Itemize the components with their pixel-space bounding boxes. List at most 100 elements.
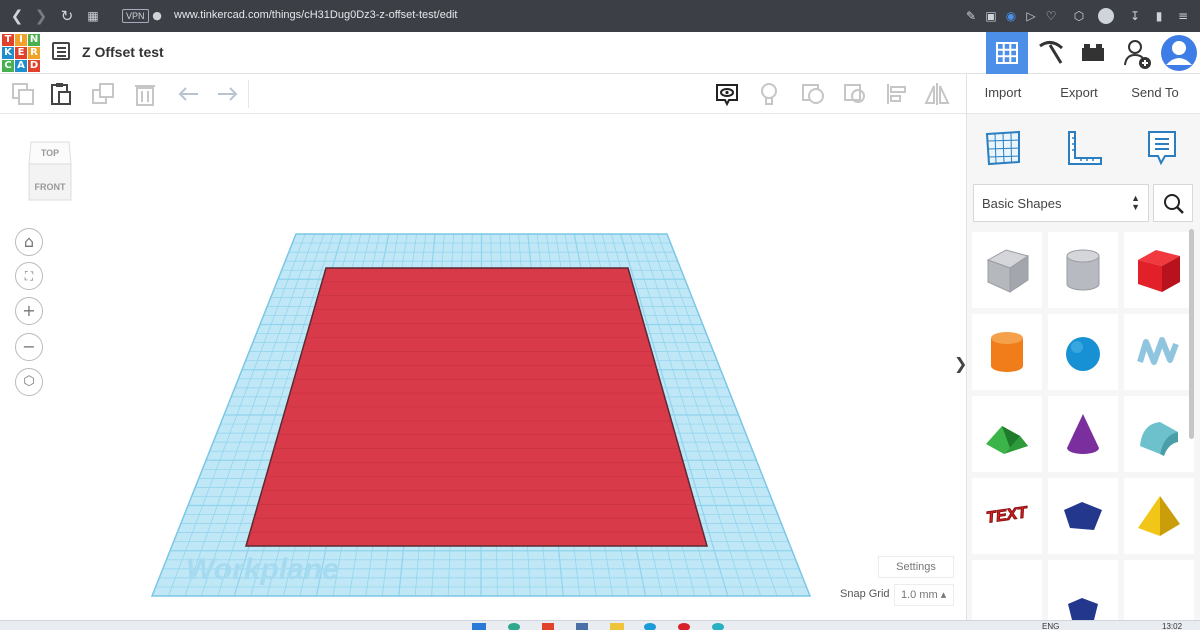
app-taskbar-icon[interactable] bbox=[610, 623, 624, 630]
cube-icon[interactable]: ⬡ bbox=[1072, 9, 1086, 23]
shape-tile-box[interactable] bbox=[1124, 232, 1194, 308]
box-icon bbox=[1138, 250, 1180, 292]
select-arrows-icon: ▲ ▼ bbox=[1131, 193, 1140, 212]
paste-button[interactable] bbox=[48, 81, 74, 107]
logo-letter: N bbox=[28, 34, 40, 46]
bricks-view-button[interactable] bbox=[1072, 32, 1114, 74]
viewcube-front-label[interactable]: FRONT bbox=[35, 182, 66, 192]
shape-tile-polygon[interactable] bbox=[1048, 478, 1118, 554]
ruler-tool[interactable] bbox=[1065, 128, 1105, 168]
3d-design-view-button[interactable] bbox=[986, 32, 1028, 74]
windows-start-icon[interactable] bbox=[472, 623, 486, 630]
forward-icon[interactable]: ❯ bbox=[32, 7, 50, 25]
reload-icon[interactable]: ↻ bbox=[58, 7, 76, 25]
shapes-panel: Basic Shapes ▲ ▼ TEXT bbox=[966, 114, 1200, 630]
shape-category-select[interactable]: Basic Shapes ▲ ▼ bbox=[973, 184, 1149, 222]
send-icon[interactable]: ▷ bbox=[1024, 9, 1038, 23]
polygon-icon bbox=[1064, 502, 1102, 530]
shield-icon[interactable]: ◉ bbox=[1004, 9, 1018, 23]
search-shapes-button[interactable] bbox=[1153, 184, 1193, 222]
blocks-view-button[interactable] bbox=[1030, 32, 1072, 74]
import-button[interactable]: Import bbox=[974, 78, 1032, 108]
logo-letter: K bbox=[2, 47, 14, 59]
shape-tile-text[interactable]: TEXT bbox=[972, 478, 1042, 554]
design-title[interactable]: Z Offset test bbox=[82, 44, 164, 60]
tabs-grid-icon[interactable]: ▦ bbox=[84, 7, 102, 25]
workplane-tool[interactable] bbox=[983, 128, 1023, 168]
lock-icon[interactable]: ● bbox=[148, 7, 166, 25]
shape-tile-cylinder-hole[interactable] bbox=[1048, 232, 1118, 308]
ungroup-button[interactable] bbox=[842, 81, 868, 107]
download-icon[interactable]: ↧ bbox=[1128, 9, 1142, 23]
heart-icon[interactable]: ♡ bbox=[1044, 9, 1058, 23]
zoom-out-button[interactable]: − bbox=[15, 333, 43, 361]
camera-icon[interactable]: ▣ bbox=[984, 9, 998, 23]
minus-icon: − bbox=[22, 337, 36, 356]
show-all-button[interactable] bbox=[756, 81, 782, 107]
undo-button[interactable] bbox=[176, 81, 202, 107]
collapse-panel-icon[interactable]: ❯ bbox=[954, 354, 966, 373]
shape-tile-scribble[interactable] bbox=[1124, 314, 1194, 390]
redo-button[interactable] bbox=[214, 81, 240, 107]
edit-icon[interactable]: ✎ bbox=[964, 9, 978, 23]
shape-tile-cylinder[interactable] bbox=[972, 314, 1042, 390]
shape-tile-cone[interactable] bbox=[1048, 396, 1118, 472]
shape-tile-box-hole[interactable] bbox=[972, 232, 1042, 308]
zoom-in-button[interactable]: + bbox=[15, 297, 43, 325]
ruler-icon bbox=[1068, 131, 1102, 165]
home-view-button[interactable]: ⌂ bbox=[15, 228, 43, 256]
shape-tile-pyramid[interactable] bbox=[1124, 478, 1194, 554]
cube-outline-icon: ⬡ bbox=[23, 374, 35, 389]
notes-tool[interactable] bbox=[1143, 128, 1183, 168]
user-avatar[interactable] bbox=[1158, 32, 1200, 74]
battery-icon[interactable]: ▮ bbox=[1152, 9, 1166, 23]
shape-tile-sphere[interactable] bbox=[1048, 314, 1118, 390]
view-cube[interactable]: TOP FRONT bbox=[27, 140, 73, 202]
copy-button[interactable] bbox=[10, 81, 36, 107]
3d-viewport[interactable]: Workplane TOP FRONT ⌂ ⛶ + − ⬡ Settings S… bbox=[0, 114, 966, 620]
app-taskbar-icon[interactable] bbox=[644, 623, 656, 630]
delete-button[interactable] bbox=[132, 81, 158, 107]
paste-icon bbox=[51, 83, 71, 105]
view-cube-icon: TOP FRONT bbox=[28, 141, 72, 201]
invite-user-button[interactable] bbox=[1116, 32, 1158, 74]
app-taskbar-icon[interactable] bbox=[542, 623, 554, 630]
align-button[interactable] bbox=[884, 81, 910, 107]
perspective-button[interactable]: ⬡ bbox=[15, 368, 43, 396]
send-to-button[interactable]: Send To bbox=[1126, 78, 1184, 108]
group-icon bbox=[802, 84, 824, 104]
viewcube-top-label[interactable]: TOP bbox=[41, 148, 59, 158]
design-list-icon[interactable] bbox=[52, 42, 70, 60]
logo-letter: T bbox=[2, 34, 14, 46]
app-taskbar-icon[interactable] bbox=[712, 623, 724, 630]
add-user-icon bbox=[1124, 40, 1151, 69]
profile-icon[interactable] bbox=[1098, 8, 1114, 24]
shape-category-label: Basic Shapes bbox=[982, 196, 1062, 211]
logo-letter: I bbox=[15, 34, 27, 46]
app-taskbar-icon[interactable] bbox=[576, 623, 588, 630]
notes-toggle-button[interactable] bbox=[714, 81, 740, 107]
back-icon[interactable]: ❮ bbox=[8, 7, 26, 25]
tinkercad-logo[interactable]: T I N K E R C A D bbox=[2, 34, 40, 72]
group-button[interactable] bbox=[800, 81, 826, 107]
language-indicator[interactable]: ENG bbox=[1042, 622, 1059, 630]
vpn-badge[interactable]: VPN bbox=[122, 9, 149, 23]
snap-grid-select[interactable]: 1.0 mm ▴ bbox=[894, 584, 954, 606]
app-taskbar-icon[interactable] bbox=[678, 623, 690, 630]
settings-button[interactable]: Settings bbox=[878, 556, 954, 578]
shape-tile-roof[interactable] bbox=[972, 396, 1042, 472]
address-bar[interactable]: www.tinkercad.com/things/cH31Dug0Dz3-z-o… bbox=[174, 9, 457, 21]
mirror-button[interactable] bbox=[924, 81, 950, 107]
fit-view-button[interactable]: ⛶ bbox=[15, 262, 43, 290]
shapes-scrollbar[interactable] bbox=[1189, 229, 1194, 439]
export-button[interactable]: Export bbox=[1050, 78, 1108, 108]
app-taskbar-icon[interactable] bbox=[508, 623, 520, 630]
shape-tile-round-roof[interactable] bbox=[1124, 396, 1194, 472]
logo-letter: D bbox=[28, 60, 40, 72]
clock[interactable]: 13:02 bbox=[1162, 622, 1182, 630]
grid-icon bbox=[996, 42, 1018, 64]
cylinder-hole-icon bbox=[1066, 249, 1100, 291]
brick-icon bbox=[1082, 44, 1104, 61]
duplicate-button[interactable] bbox=[90, 81, 116, 107]
menu-icon[interactable]: ≡ bbox=[1176, 9, 1190, 23]
